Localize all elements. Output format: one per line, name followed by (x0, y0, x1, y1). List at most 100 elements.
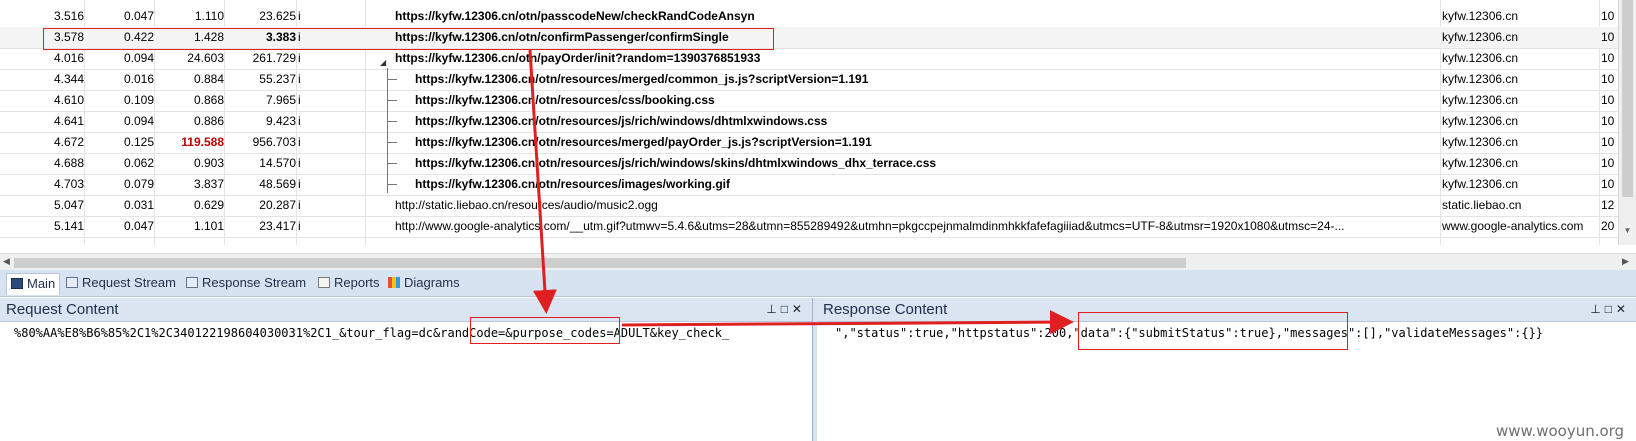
monitor-icon (11, 278, 23, 289)
col-duration: 1.428 (193, 30, 224, 44)
url-cell[interactable]: https://kyfw.12306.cn/otn/resources/js/r… (415, 111, 1435, 132)
url-cell[interactable]: https://kyfw.12306.cn/otn/passcodeNew/ch… (395, 6, 1435, 27)
col-dns: 0.062 (123, 156, 154, 170)
tab-main[interactable]: Main (6, 273, 61, 295)
table-row[interactable]: 3.516 0.047 1.110 23.625 i https://kyfw.12306… (0, 6, 1618, 28)
col-offset: 4.672 (53, 135, 84, 149)
table-row[interactable]: 4.688 0.062 0.903 14.570 i https://kyfw.12306… (0, 153, 1618, 175)
tab-label: Response Stream (202, 275, 307, 290)
table-row[interactable]: 4.672 0.125 119.588 956.703 i https://kyfw.12… (0, 132, 1618, 154)
table-row[interactable]: 4.703 0.079 3.837 48.569 i https://kyfw.12306… (0, 174, 1618, 196)
tab-response-stream[interactable]: Response Stream (182, 273, 310, 295)
table-row[interactable]: 3.578 0.422 1.428 3.383 i https://kyfw.12306.… (0, 27, 1618, 49)
host-cell: kyfw.12306.cn (1442, 114, 1519, 128)
horizontal-scrollbar[interactable]: ◀ ▶ (0, 253, 1636, 270)
col-size: 3.383 (265, 30, 296, 44)
tree-branch (387, 142, 397, 143)
table-row[interactable]: 4.641 0.094 0.886 9.423 i https://kyfw.12306.… (0, 111, 1618, 133)
host-cell: kyfw.12306.cn (1442, 93, 1519, 107)
col-offset: 3.516 (53, 9, 84, 23)
tab-diagrams[interactable]: Diagrams (384, 273, 464, 295)
panel-header: Response Content ⊥□✕ (817, 298, 1636, 322)
scroll-right-arrow-icon[interactable]: ▶ (1622, 256, 1629, 267)
url-cell[interactable]: https://kyfw.12306.cn/otn/resources/merg… (415, 132, 1435, 153)
table-row[interactable]: 4.610 0.109 0.868 7.965 i https://kyfw.12306.… (0, 90, 1618, 112)
tree-branch (387, 184, 397, 185)
view-tab-strip: Main Request Stream Response Stream Repo… (0, 270, 1636, 297)
document-icon (186, 277, 198, 288)
response-content-text[interactable]: ","status":true,"httpstatus":200,"data":… (835, 326, 1630, 340)
col-size: 7.965 (265, 93, 296, 107)
tab-label: Main (27, 276, 56, 291)
extra-cell: 10 (1601, 93, 1615, 107)
table-row[interactable]: 5.141 0.047 1.101 23.417 i http://www.google-… (0, 216, 1618, 238)
url-cell[interactable]: http://www.google-analytics.com/__utm.gi… (395, 216, 1435, 237)
tab-label: Diagrams (404, 275, 460, 290)
extra-cell: 10 (1601, 114, 1615, 128)
request-content-text[interactable]: %80%AA%E8%B6%85%2C1%2C340122198604030031… (14, 326, 809, 340)
extra-cell: 10 (1601, 156, 1615, 170)
collapse-triangle-icon[interactable]: ◢ (380, 58, 386, 67)
url-cell[interactable]: https://kyfw.12306.cn/otn/resources/imag… (415, 174, 1435, 195)
scroll-left-arrow-icon[interactable]: ◀ (3, 256, 10, 267)
col-offset: 5.141 (53, 219, 84, 233)
col-dns: 0.125 (123, 135, 154, 149)
extra-cell: 10 (1601, 30, 1615, 44)
col-size: 48.569 (259, 177, 296, 191)
tab-request-stream[interactable]: Request Stream (62, 273, 180, 295)
info-icon: i (298, 72, 301, 86)
col-duration: 24.603 (187, 51, 224, 65)
host-cell: kyfw.12306.cn (1442, 156, 1519, 170)
table-row[interactable]: 4.344 0.016 0.884 55.237 i https://kyfw.12306… (0, 69, 1618, 91)
url-cell[interactable]: https://kyfw.12306.cn/otn/resources/merg… (415, 69, 1435, 90)
url-cell[interactable]: https://kyfw.12306.cn/otn/confirmPasseng… (395, 27, 1435, 48)
col-duration: 0.886 (193, 114, 224, 128)
col-size: 55.237 (259, 72, 296, 86)
info-icon: i (298, 219, 301, 233)
tab-label: Reports (334, 275, 380, 290)
extra-cell: 10 (1601, 9, 1615, 23)
host-cell: www.google-analytics.com (1442, 219, 1584, 233)
url-cell[interactable]: https://kyfw.12306.cn/otn/resources/js/r… (415, 153, 1435, 174)
host-cell: kyfw.12306.cn (1442, 9, 1519, 23)
extra-cell: 10 (1601, 135, 1615, 149)
col-duration: 0.903 (193, 156, 224, 170)
col-offset: 5.047 (53, 198, 84, 212)
vertical-scroll-thumb[interactable] (1622, 0, 1633, 197)
panel-window-buttons[interactable]: ⊥□✕ (1590, 302, 1630, 316)
info-icon: i (298, 93, 301, 107)
extra-cell: 10 (1601, 51, 1615, 65)
col-offset: 4.610 (53, 93, 84, 107)
host-cell: kyfw.12306.cn (1442, 135, 1519, 149)
col-offset: 4.016 (53, 51, 84, 65)
info-icon: i (298, 114, 301, 128)
col-size: 9.423 (265, 114, 296, 128)
panel-window-buttons[interactable]: ⊥□✕ (766, 302, 806, 316)
info-icon: i (298, 30, 301, 44)
info-icon: i (298, 51, 301, 65)
document-icon (66, 277, 78, 288)
horizontal-scroll-thumb[interactable] (14, 258, 1186, 268)
request-table: 3.516 0.047 1.110 23.625 i https://kyfw.12306… (0, 0, 1636, 253)
col-size: 956.703 (252, 135, 296, 149)
col-size: 23.625 (259, 9, 296, 23)
scroll-down-arrow-icon[interactable]: ▼ (1622, 226, 1633, 235)
col-offset: 4.688 (53, 156, 84, 170)
host-cell: kyfw.12306.cn (1442, 51, 1519, 65)
panel-title: Request Content (6, 301, 119, 318)
extra-cell: 12 (1601, 198, 1615, 212)
vertical-scrollbar[interactable]: ▼ (1618, 0, 1636, 245)
col-dns: 0.047 (123, 219, 154, 233)
host-cell: kyfw.12306.cn (1442, 72, 1519, 86)
table-row[interactable]: 4.016 0.094 24.603 261.729 i https://kyfw.123… (0, 48, 1618, 70)
table-row[interactable]: 5.047 0.031 0.629 20.287 i http://static.lieb… (0, 195, 1618, 217)
info-icon: i (298, 198, 301, 212)
url-cell[interactable]: https://kyfw.12306.cn/otn/payOrder/init?… (395, 48, 1435, 69)
url-cell[interactable]: http://static.liebao.cn/resources/audio/… (395, 195, 1435, 216)
col-duration: 1.101 (193, 219, 224, 233)
tree-branch (387, 100, 397, 101)
tree-branch (387, 121, 397, 122)
col-offset: 4.344 (53, 72, 84, 86)
url-cell[interactable]: https://kyfw.12306.cn/otn/resources/css/… (415, 90, 1435, 111)
tab-reports[interactable]: Reports (314, 273, 384, 295)
